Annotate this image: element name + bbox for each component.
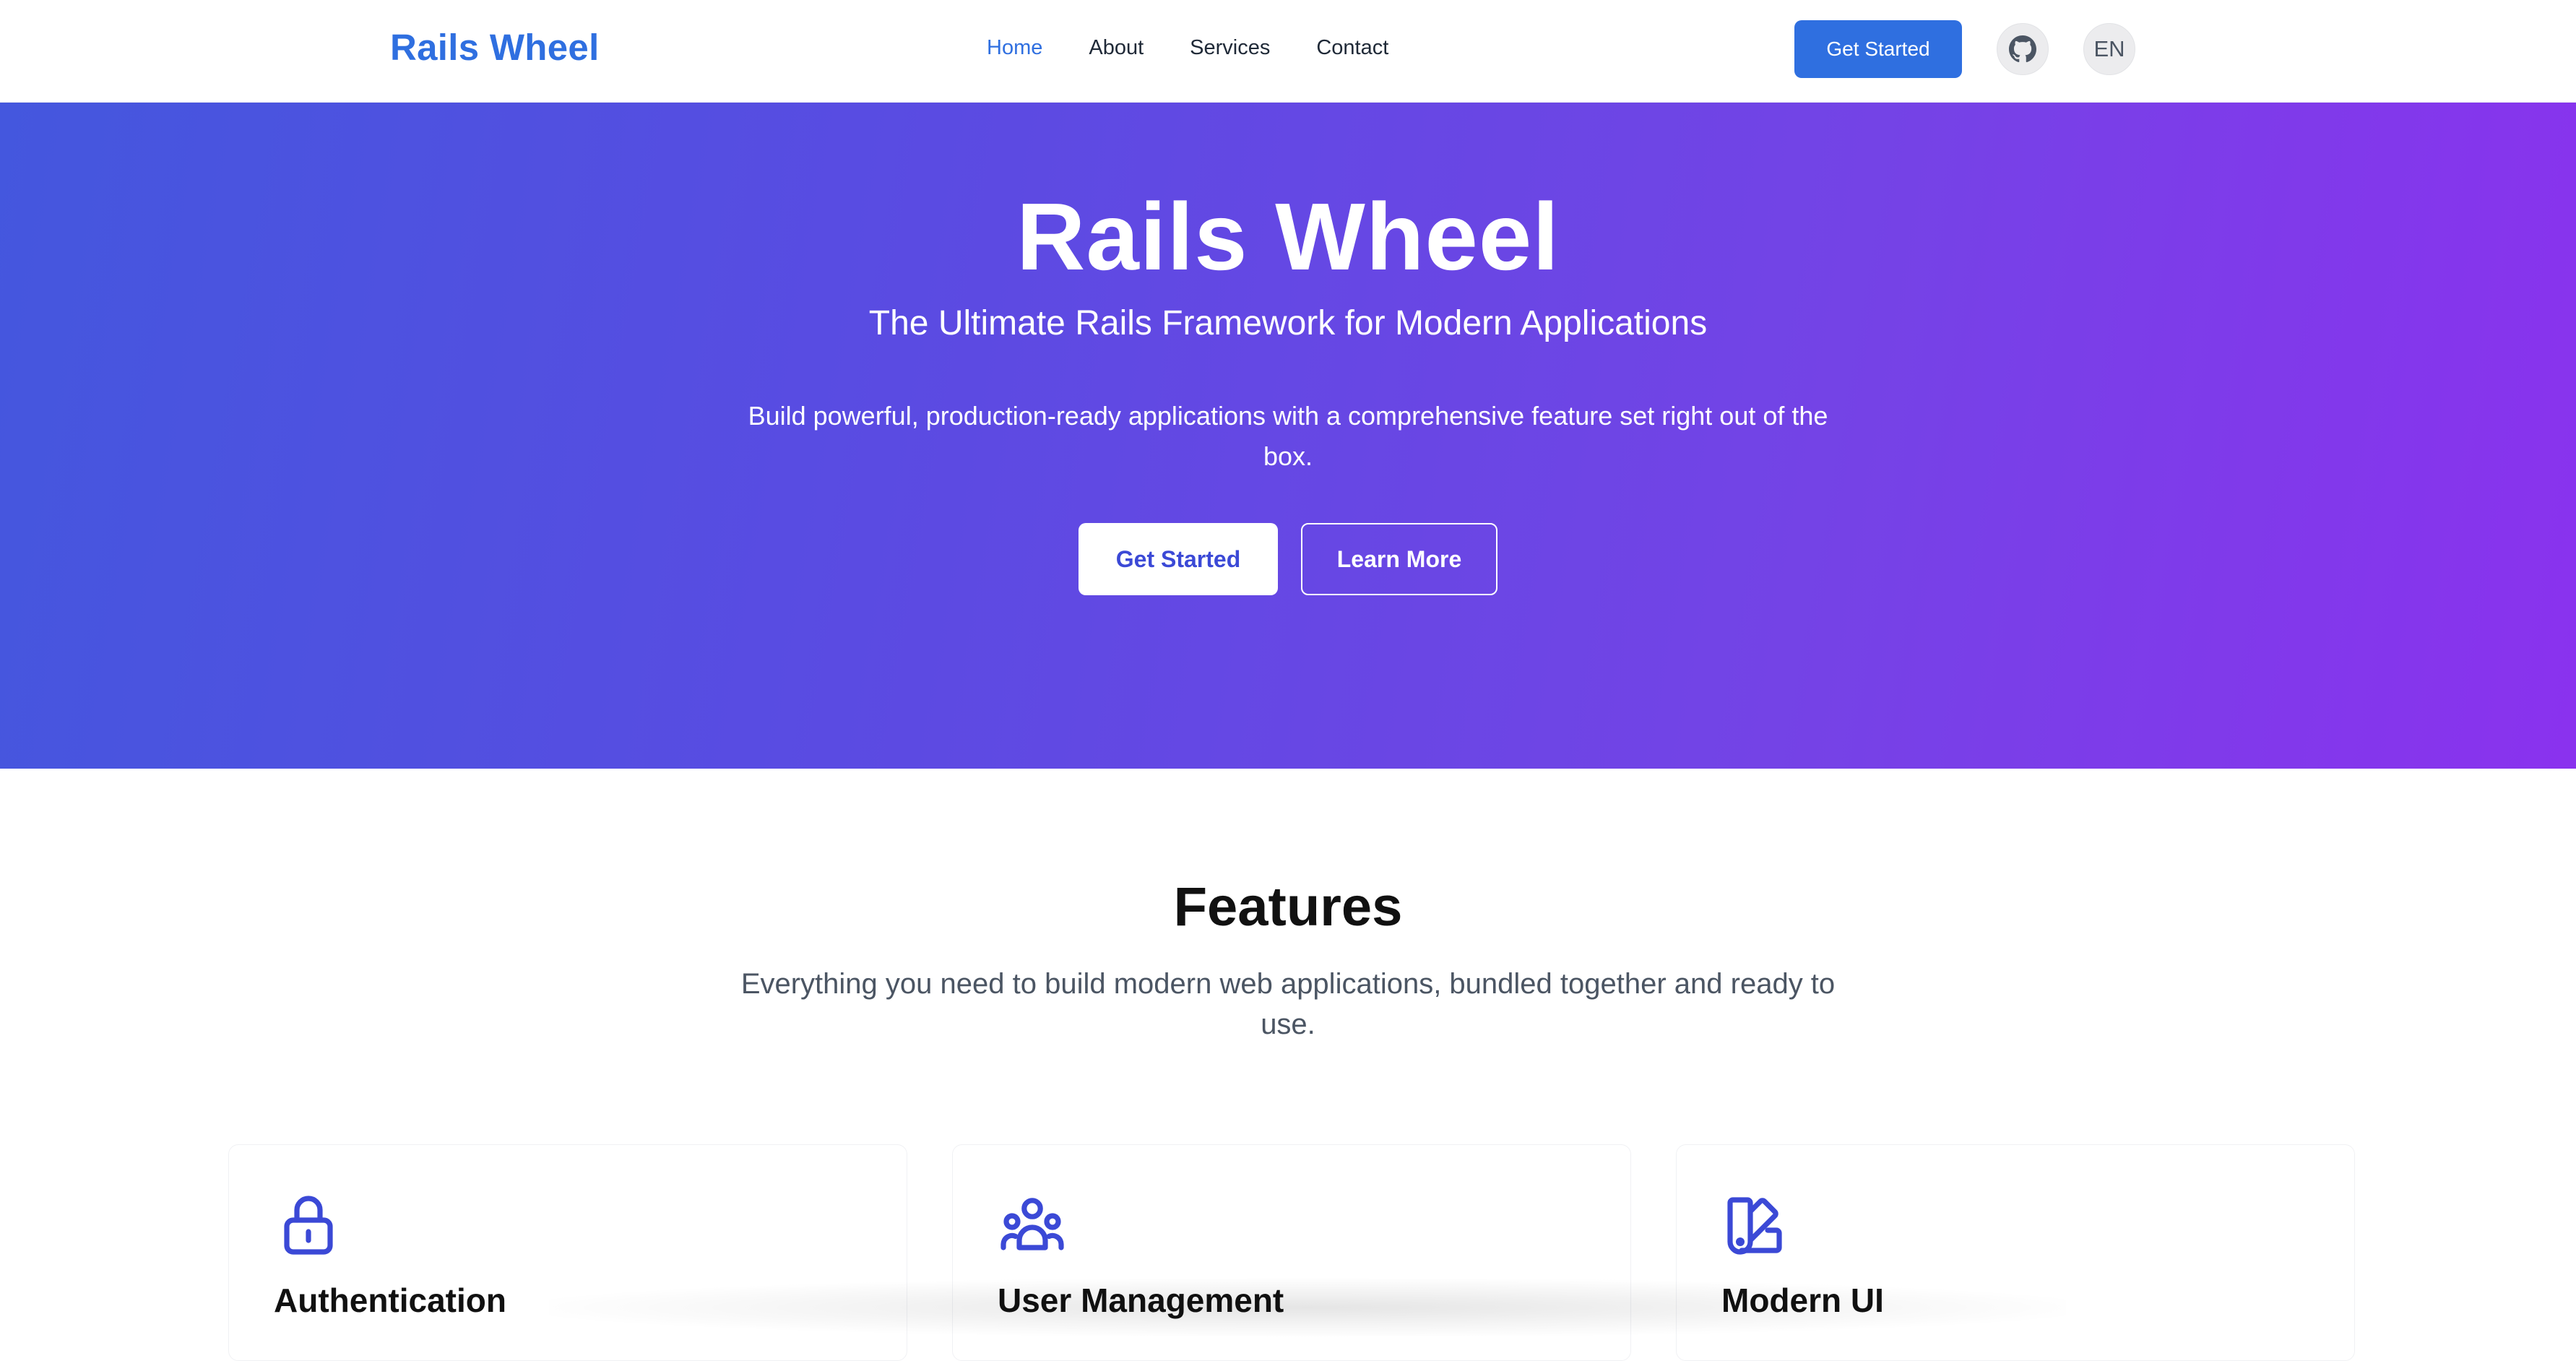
github-icon [2009,35,2036,63]
feature-card-user-management: User Management [952,1144,1631,1361]
hero-subtitle: The Ultimate Rails Framework for Modern … [868,304,1708,342]
feature-card-title: Authentication [274,1282,506,1319]
feature-card-title: Modern UI [1721,1282,1884,1319]
site-logo[interactable]: Rails Wheel [390,26,600,69]
lock-icon [284,1196,333,1255]
nav-link-home[interactable]: Home [987,36,1042,60]
hero-section: Rails Wheel The Ultimate Rails Framework… [0,103,2576,769]
language-switcher[interactable]: EN [2083,23,2135,75]
users-icon [1000,1198,1064,1250]
github-button[interactable] [1997,23,2049,75]
hero-learn-more-button[interactable]: Learn More [1301,523,1497,595]
header-get-started-button[interactable]: Get Started [1794,20,1962,78]
features-subtitle: Everything you need to build modern web … [740,968,1836,1040]
feature-card-modern-ui: Modern UI [1676,1144,2355,1361]
main-nav: Home About Services Contact [987,36,1388,60]
hero-get-started-button[interactable]: Get Started [1079,523,1278,595]
nav-link-services[interactable]: Services [1190,36,1270,60]
nav-link-about[interactable]: About [1089,36,1144,60]
site-header: Rails Wheel Home About Services Contact … [0,0,2576,103]
hero-description: Build powerful, production-ready applica… [748,401,1828,471]
feature-card-authentication: Authentication [228,1144,907,1361]
feature-card-title: User Management [998,1282,1284,1319]
palette-icon [1727,1197,1782,1255]
hero-title: Rails Wheel [1016,183,1560,290]
features-title: Features [1173,876,1403,938]
nav-link-contact[interactable]: Contact [1316,36,1388,60]
hero-buttons: Get Started Learn More [0,523,2576,595]
